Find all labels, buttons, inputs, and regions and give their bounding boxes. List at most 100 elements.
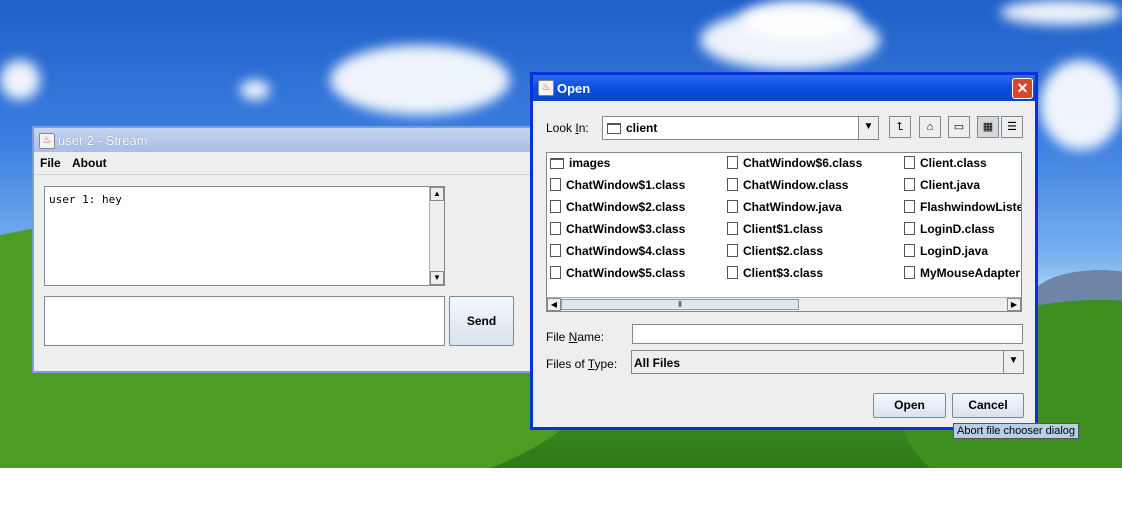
look-in-label-pre: Look (546, 121, 576, 135)
cancel-button[interactable]: Cancel (952, 393, 1024, 418)
file-list-item[interactable]: ChatWindow$5.class (550, 266, 685, 284)
file-name: ChatWindow.java (743, 200, 842, 214)
file-list-item[interactable]: LoginD.java (904, 244, 988, 262)
file-list-item[interactable]: ChatWindow$4.class (550, 244, 685, 262)
file-name-label: File Name: (546, 330, 604, 344)
home-icon[interactable]: ⌂ (919, 116, 941, 138)
file-icon (550, 200, 561, 213)
file-icon (904, 200, 915, 213)
scroll-thumb[interactable]: ⦀ (561, 299, 799, 310)
file-icon (727, 222, 738, 235)
file-list-item[interactable]: LoginD.class (904, 222, 995, 240)
look-in-label: Look In: (546, 121, 589, 135)
file-icon (727, 200, 738, 213)
file-name: Client.class (920, 156, 987, 170)
files-of-type-label: Files of Type: (546, 357, 617, 371)
file-icon (904, 266, 915, 279)
open-dialog: ♨ Open ✕ Look In: client ▼ ⮤ ⌂ ▭ ▦ ☰ ima… (530, 72, 1038, 430)
chat-history[interactable]: user 1: hey ▲ ▼ (44, 186, 445, 286)
file-icon (904, 156, 915, 169)
menu-file[interactable]: File (36, 156, 65, 170)
scroll-up-icon[interactable]: ▲ (430, 187, 444, 201)
up-folder-icon[interactable]: ⮤ (889, 116, 911, 138)
file-list-item[interactable]: ChatWindow$2.class (550, 200, 685, 218)
open-dialog-title: Open (557, 81, 591, 96)
file-list-scrollbar[interactable]: ◀ ⦀ ▶ (547, 297, 1021, 311)
file-icon (727, 178, 738, 191)
file-name: MyMouseAdapter (920, 266, 1021, 280)
file-name: images (569, 156, 611, 170)
folder-icon (607, 123, 621, 134)
chat-scrollbar[interactable]: ▲ ▼ (429, 187, 444, 285)
file-name: ChatWindow$4.class (566, 244, 686, 258)
files-of-type-select[interactable]: All Files ▼ (631, 350, 1024, 374)
file-icon (727, 244, 738, 257)
file-name-label-post: ame: (577, 330, 605, 344)
file-name: ChatWindow$2.class (566, 200, 686, 214)
stream-window-title: user 2 - Stream (58, 133, 148, 148)
file-icon (727, 156, 738, 169)
file-list-item[interactable]: FlashwindowListe (904, 200, 1022, 218)
file-icon (904, 178, 915, 191)
file-name-label-pre: File (546, 330, 569, 344)
file-icon (904, 244, 915, 257)
file-list-item[interactable]: images (550, 156, 610, 174)
file-list-item[interactable]: Client$2.class (727, 244, 823, 262)
file-list-item[interactable]: MyMouseAdapter (904, 266, 1020, 284)
chevron-down-icon[interactable]: ▼ (1003, 351, 1023, 373)
scroll-left-icon[interactable]: ◀ (547, 298, 561, 311)
scroll-down-icon[interactable]: ▼ (430, 271, 444, 285)
file-list-item[interactable]: Client.java (904, 178, 980, 196)
look-in-label-post: n: (578, 121, 589, 135)
file-list-item[interactable]: ChatWindow$1.class (550, 178, 685, 196)
file-list-item[interactable]: Client.class (904, 156, 987, 174)
new-folder-icon[interactable]: ▭ (948, 116, 970, 138)
stream-titlebar[interactable]: ♨ user 2 - Stream (34, 128, 532, 152)
menubar: File About (34, 152, 532, 175)
file-name: Client.java (920, 178, 981, 192)
file-icon (727, 266, 738, 279)
stream-window: ♨ user 2 - Stream File About user 1: hey… (32, 126, 532, 373)
file-name-field[interactable] (632, 324, 1023, 344)
file-list-item[interactable]: Client$3.class (727, 266, 823, 284)
file-list-item[interactable]: ChatWindow$3.class (550, 222, 685, 240)
file-name: LoginD.class (920, 222, 995, 236)
open-dialog-titlebar[interactable]: ♨ Open ✕ (533, 75, 1035, 101)
file-list[interactable]: images ChatWindow$1.class ChatWindow$2.cla… (546, 152, 1022, 312)
file-name: Client$2.class (743, 244, 824, 258)
file-name: ChatWindow$3.class (566, 222, 686, 236)
chevron-down-icon[interactable]: ▼ (858, 117, 878, 139)
file-icon (904, 222, 915, 235)
file-list-item[interactable]: ChatWindow.java (727, 200, 842, 218)
file-name: ChatWindow$1.class (566, 178, 686, 192)
look-in-select[interactable]: client ▼ (602, 116, 879, 140)
files-of-type-label-pre: Files of (546, 357, 588, 371)
file-list-item[interactable]: ChatWindow$6.class (727, 156, 862, 174)
file-icon (550, 178, 561, 191)
details-view-icon[interactable]: ☰ (1001, 116, 1023, 138)
file-name: FlashwindowListe (920, 200, 1022, 214)
open-button[interactable]: Open (873, 393, 946, 418)
file-list-item[interactable]: ChatWindow.class (727, 178, 848, 196)
folder-icon (550, 158, 564, 169)
close-icon[interactable]: ✕ (1012, 78, 1033, 99)
files-of-type-value: All Files (634, 356, 681, 370)
file-list-item[interactable]: Client$1.class (727, 222, 823, 240)
file-icon (550, 222, 561, 235)
scroll-right-icon[interactable]: ▶ (1007, 298, 1021, 311)
message-input[interactable] (44, 296, 445, 346)
files-of-type-label-post: ype: (594, 357, 618, 371)
cancel-tooltip: Abort file chooser dialog (953, 423, 1080, 439)
java-icon: ♨ (39, 133, 55, 149)
chat-message: user 1: hey (49, 193, 122, 206)
file-name: ChatWindow$6.class (743, 156, 863, 170)
file-icon (550, 244, 561, 257)
menu-about[interactable]: About (68, 156, 111, 170)
look-in-value: client (626, 121, 658, 135)
file-name: ChatWindow.class (743, 178, 849, 192)
list-view-icon[interactable]: ▦ (977, 116, 999, 138)
file-name: ChatWindow$5.class (566, 266, 686, 280)
java-icon: ♨ (538, 80, 554, 96)
file-name: Client$3.class (743, 266, 824, 280)
send-button[interactable]: Send (449, 296, 514, 346)
